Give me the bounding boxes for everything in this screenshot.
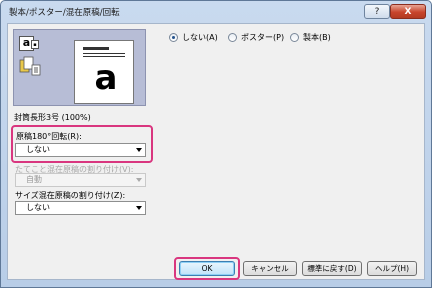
cancel-button[interactable]: キャンセル	[243, 261, 297, 276]
help-title-button[interactable]: ?	[364, 4, 390, 19]
radio-none-label: しない(A)	[182, 33, 218, 42]
preview-title-bar	[83, 47, 109, 50]
window-title: 製本/ポスター/混在原稿/回転	[9, 8, 120, 18]
mixed-orientation-value: 自動	[26, 175, 42, 184]
title-bar[interactable]: 製本/ポスター/混在原稿/回転 ? X	[1, 1, 431, 23]
chevron-down-icon	[136, 178, 142, 182]
dialog-body: a ▪ a 封筒長形3号 (100%) 原稿180°回転(R): しない たてこ…	[7, 23, 425, 280]
dialog-window: 製本/ポスター/混在原稿/回転 ? X a ▪ a 封筒長形3号 (100%) …	[0, 0, 432, 288]
radio-none[interactable]: しない(A)	[169, 32, 218, 43]
radio-booklet-label: 製本(B)	[303, 33, 331, 42]
chevron-down-icon	[136, 206, 142, 210]
radio-button[interactable]	[290, 33, 299, 42]
radio-button-checked[interactable]	[169, 33, 178, 42]
mixed-orientation-select[interactable]: 自動	[15, 173, 146, 187]
radio-booklet[interactable]: 製本(B)	[290, 32, 331, 43]
preview-text-line	[83, 53, 125, 54]
ok-button[interactable]: OK	[179, 261, 235, 276]
size-mixed-label: サイズ混在原稿の割り付け(Z):	[15, 191, 126, 200]
chevron-down-icon	[136, 148, 142, 152]
radio-poster-label: ポスター(P)	[241, 33, 285, 42]
help-button[interactable]: ヘルプ(H)	[367, 261, 417, 276]
page-preview: a ▪ a	[13, 29, 146, 106]
rotate-label: 原稿180°回転(R):	[16, 132, 82, 141]
rotate-select-value: しない	[26, 145, 50, 154]
radio-button[interactable]	[228, 33, 237, 42]
restore-defaults-button[interactable]: 標準に戻す(D)	[302, 261, 362, 276]
close-button[interactable]: X	[390, 4, 426, 19]
booklet-icon	[19, 56, 41, 76]
preview-page-letter: a	[94, 58, 118, 98]
rotate-select[interactable]: しない	[15, 143, 146, 157]
paper-size-label: 封筒長形3号 (100%)	[14, 113, 91, 122]
radio-poster[interactable]: ポスター(P)	[228, 32, 284, 43]
size-mixed-value: しない	[26, 203, 50, 212]
preview-page: a	[74, 40, 134, 104]
sub-page-icon: ▪	[31, 40, 39, 49]
preview-text-line	[83, 56, 125, 57]
size-mixed-select[interactable]: しない	[15, 201, 146, 215]
